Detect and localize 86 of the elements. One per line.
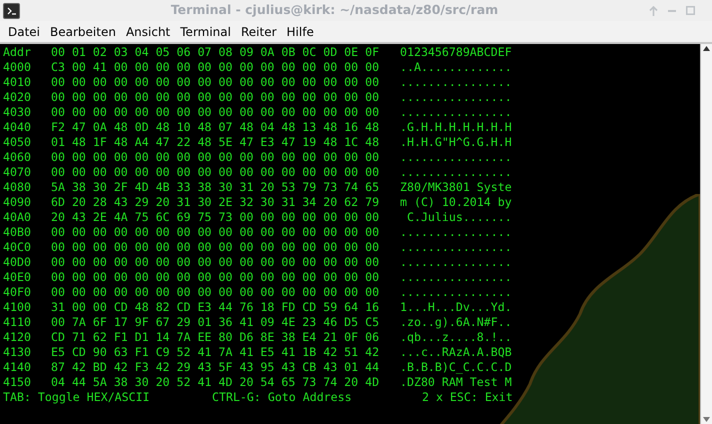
row-address: 40F0	[3, 285, 32, 300]
row-hex: C3 00 41 00 00 00 00 00 00 00 00 00 00 00 00 00	[51, 60, 380, 75]
row-address: 40D0	[3, 255, 32, 270]
maximize-icon[interactable]	[686, 6, 695, 15]
row-ascii: ................	[400, 105, 512, 120]
row-ascii: ..A.............	[400, 60, 512, 75]
menu-item[interactable]: Reiter	[236, 22, 281, 40]
row-ascii: C.Julius.......	[406, 210, 512, 225]
terminal-icon	[3, 2, 20, 18]
row-hex: 5A 38 30 2F 4D 4B 33 38 30 31 20 53 79 73 74 65	[51, 180, 380, 195]
row-hex: 31 00 00 CD 48 82 CD E3 44 76 18 FD CD 59 64 16	[51, 300, 380, 315]
menu-item[interactable]: Datei	[4, 22, 44, 40]
row-ascii: ................	[400, 255, 512, 270]
row-ascii: ................	[400, 150, 512, 165]
row-ascii: 1...H...Dv...Yd.	[400, 300, 512, 315]
row-ascii: ................	[400, 75, 512, 90]
row-ascii: ................	[400, 285, 512, 300]
row-address: 40A0	[3, 210, 32, 225]
row-hex: 00 00 00 00 00 00 00 00 00 00 00 00 00 00 00 00	[51, 165, 380, 180]
row-address: 40E0	[3, 270, 32, 285]
row-address: 4100	[3, 300, 32, 315]
row-address: 4020	[3, 90, 32, 105]
row-ascii: .H.H.G"H^G.G.H.H	[400, 135, 512, 150]
row-address: 4150	[3, 375, 32, 390]
toggle-hint: TAB: Toggle HEX/ASCII	[3, 390, 151, 405]
scroll-down-icon[interactable]	[703, 417, 710, 422]
row-hex: 00 00 00 00 00 00 00 00 00 00 00 00 00 00 00 00	[51, 90, 380, 105]
row-address: 40C0	[3, 240, 32, 255]
row-hex: 00 00 00 00 00 00 00 00 00 00 00 00 00 00 00 00	[51, 225, 380, 240]
row-hex: 00 00 00 00 00 00 00 00 00 00 00 00 00 00 00 00	[51, 75, 380, 90]
row-address: 4140	[3, 360, 32, 375]
row-address: 4090	[3, 195, 32, 210]
scrollbar[interactable]	[700, 44, 712, 424]
header-hex: 00 01 02 03 04 05 06 07 08 09 0A 0B 0C 0D 0E 0F	[51, 45, 380, 60]
row-hex: 00 00 00 00 00 00 00 00 00 00 00 00 00 00 00 00	[51, 270, 380, 285]
menu-item[interactable]: Ansicht	[122, 22, 174, 40]
row-hex: CD 71 62 F1 D1 14 7A EE 80 D6 8E 38 E4 21 0F 06	[51, 330, 380, 345]
window-title: Terminal - cjulius@kirk: ~/nasdata/z80/src/ram	[170, 1, 500, 20]
row-address: 4080	[3, 180, 32, 195]
menu-item[interactable]: Hilfe	[282, 22, 318, 40]
row-ascii: ................	[400, 90, 512, 105]
row-ascii: .qb...z....8.!..	[400, 330, 512, 345]
menu-item[interactable]: Bearbeiten	[46, 22, 120, 40]
row-address: 4110	[3, 315, 32, 330]
row-hex: 00 7A 6F 17 9F 67 29 01 36 41 09 4E 23 46 D5 C5	[51, 315, 380, 330]
row-hex: 00 00 00 00 00 00 00 00 00 00 00 00 00 00 00 00	[51, 105, 380, 120]
row-address: 4070	[3, 165, 32, 180]
row-ascii: ................	[400, 225, 512, 240]
row-ascii: ................	[400, 240, 512, 255]
row-address: 4060	[3, 150, 32, 165]
row-ascii: ................	[400, 270, 512, 285]
row-hex: 01 48 1F 48 A4 47 22 48 5E 47 E3 47 19 48 1C 48	[51, 135, 380, 150]
row-address: 4050	[3, 135, 32, 150]
row-ascii: .zo..g).6A.N#F..	[400, 315, 512, 330]
row-ascii: Z80/MK3801 Syste	[400, 180, 512, 195]
row-address: 4040	[3, 120, 32, 135]
header-ascii: 0123456789ABCDEF	[400, 45, 512, 60]
row-address: 4030	[3, 105, 32, 120]
menu-item[interactable]: Terminal	[176, 22, 235, 40]
row-address: 4130	[3, 345, 32, 360]
row-ascii: ...c..RAzA.A.BQB	[400, 345, 512, 360]
minimize-icon[interactable]	[668, 9, 676, 12]
row-ascii: ................	[400, 165, 512, 180]
row-address: 4000	[3, 60, 32, 75]
row-address: 40B0	[3, 225, 32, 240]
row-hex: 00 00 00 00 00 00 00 00 00 00 00 00 00 00 00 00	[51, 240, 380, 255]
row-ascii: .DZ80 RAM Test M	[400, 375, 512, 390]
row-hex: 00 00 00 00 00 00 00 00 00 00 00 00 00 00 00 00	[51, 150, 380, 165]
goto-hint: CTRL-G: Goto Address	[212, 390, 353, 405]
arrow-up-icon[interactable]	[649, 6, 658, 16]
row-address: 4120	[3, 330, 32, 345]
row-hex: 04 44 5A 38 30 20 52 41 4D 20 54 65 73 74 20 4D	[51, 375, 380, 390]
exit-hint: 2 x ESC: Exit	[422, 390, 513, 405]
row-hex: 87 42 BD 42 F3 42 29 43 5F 43 95 43 CB 43 01 44	[51, 360, 380, 375]
scroll-up-icon[interactable]	[703, 46, 710, 51]
header-address: Addr	[3, 45, 32, 60]
row-hex: 00 00 00 00 00 00 00 00 00 00 00 00 00 00 00 00	[51, 255, 380, 270]
row-hex: 00 00 00 00 00 00 00 00 00 00 00 00 00 00 00 00	[51, 285, 380, 300]
row-hex: F2 47 0A 48 0D 48 10 48 07 48 04 48 13 48 16 48	[51, 120, 380, 135]
row-hex: E5 CD 90 63 F1 C9 52 41 7A 41 E5 41 1B 42 51 42	[51, 345, 380, 360]
row-address: 4010	[3, 75, 32, 90]
row-hex: 6D 20 28 43 29 20 31 30 2E 32 30 31 34 20 62 79	[51, 195, 380, 210]
row-hex: 20 43 2E 4A 75 6C 69 75 73 00 00 00 00 00 00 00	[51, 210, 380, 225]
row-ascii: .B.B.B)C_C.C.C.D	[400, 360, 512, 375]
row-ascii: m (C) 10.2014 by	[400, 195, 512, 210]
row-ascii: .G.H.H.H.H.H.H.H	[400, 120, 512, 135]
